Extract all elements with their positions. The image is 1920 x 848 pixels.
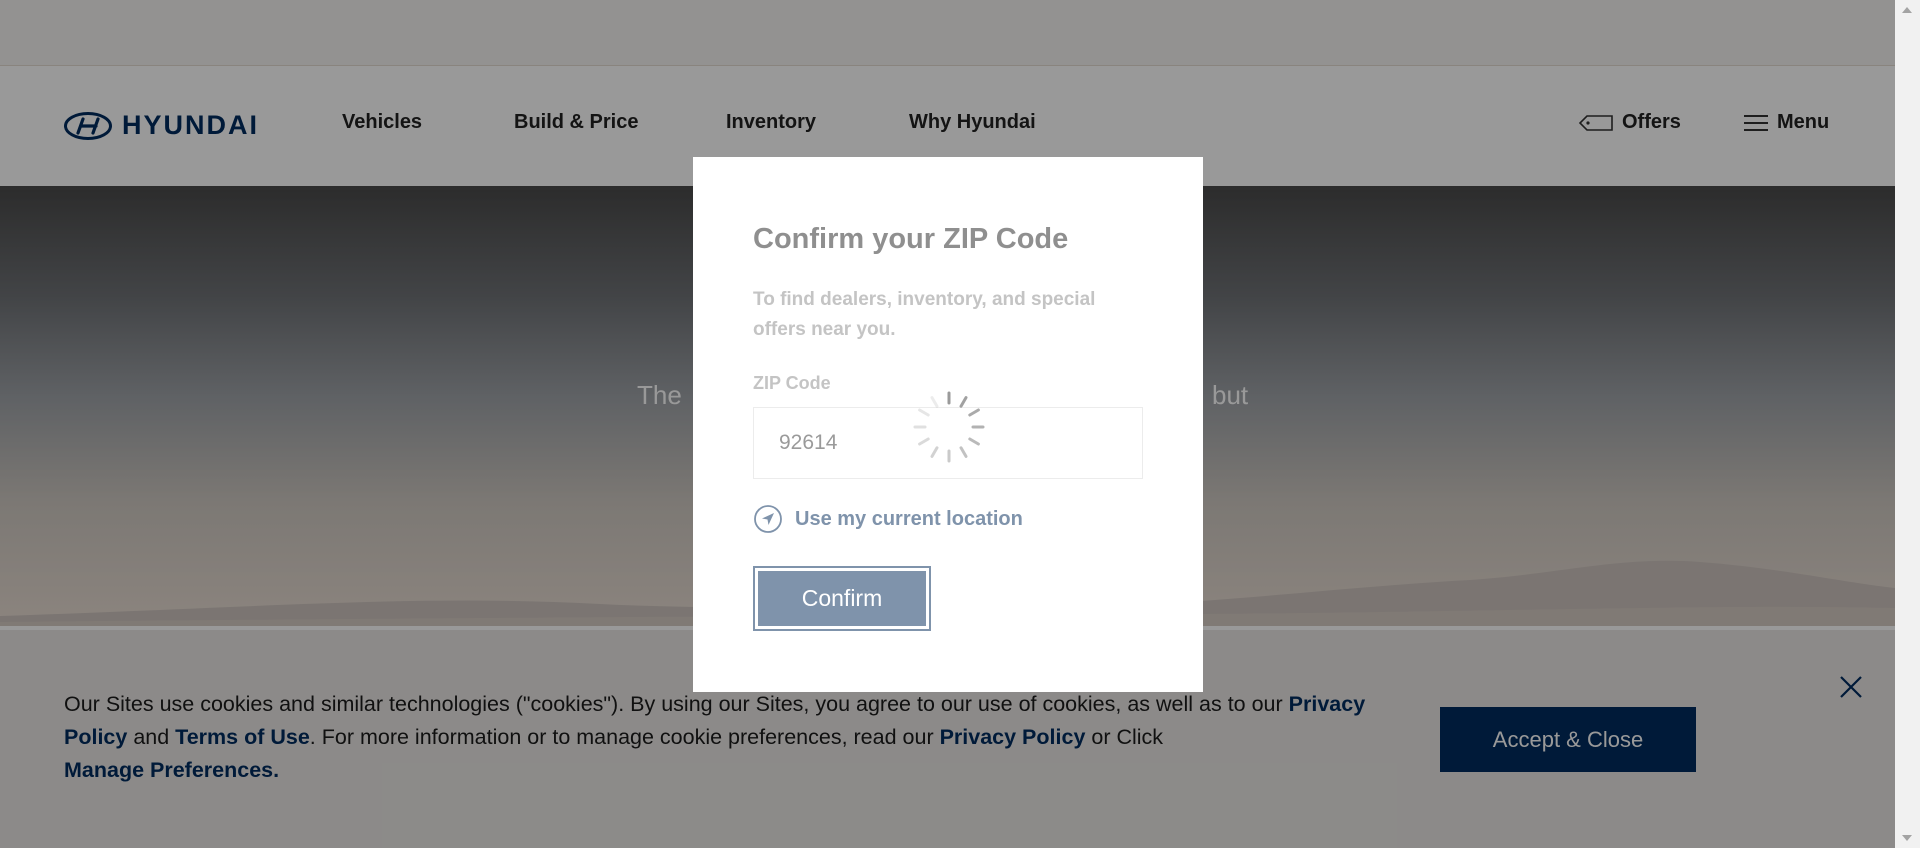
use-current-location-link[interactable]: Use my current location — [753, 504, 1023, 534]
zip-code-modal: Confirm your ZIP Code To find dealers, i… — [693, 157, 1203, 692]
use-current-location-label: Use my current location — [795, 507, 1023, 530]
zip-code-label: ZIP Code — [753, 373, 831, 393]
vertical-scrollbar[interactable] — [1895, 0, 1920, 848]
page: HYUNDAI Vehicles Build & Price Inventory… — [0, 0, 1895, 848]
scroll-down-arrow-icon[interactable] — [1902, 835, 1912, 841]
scroll-up-arrow-icon[interactable] — [1902, 7, 1912, 13]
modal-title: Confirm your ZIP Code — [753, 223, 1069, 255]
loading-spinner-icon — [913, 391, 985, 463]
location-arrow-icon — [754, 505, 782, 533]
confirm-button-focus-ring[interactable]: Confirm — [753, 566, 931, 631]
confirm-button[interactable]: Confirm — [758, 571, 926, 626]
modal-subtitle: To find dealers, inventory, and special … — [753, 289, 1096, 340]
